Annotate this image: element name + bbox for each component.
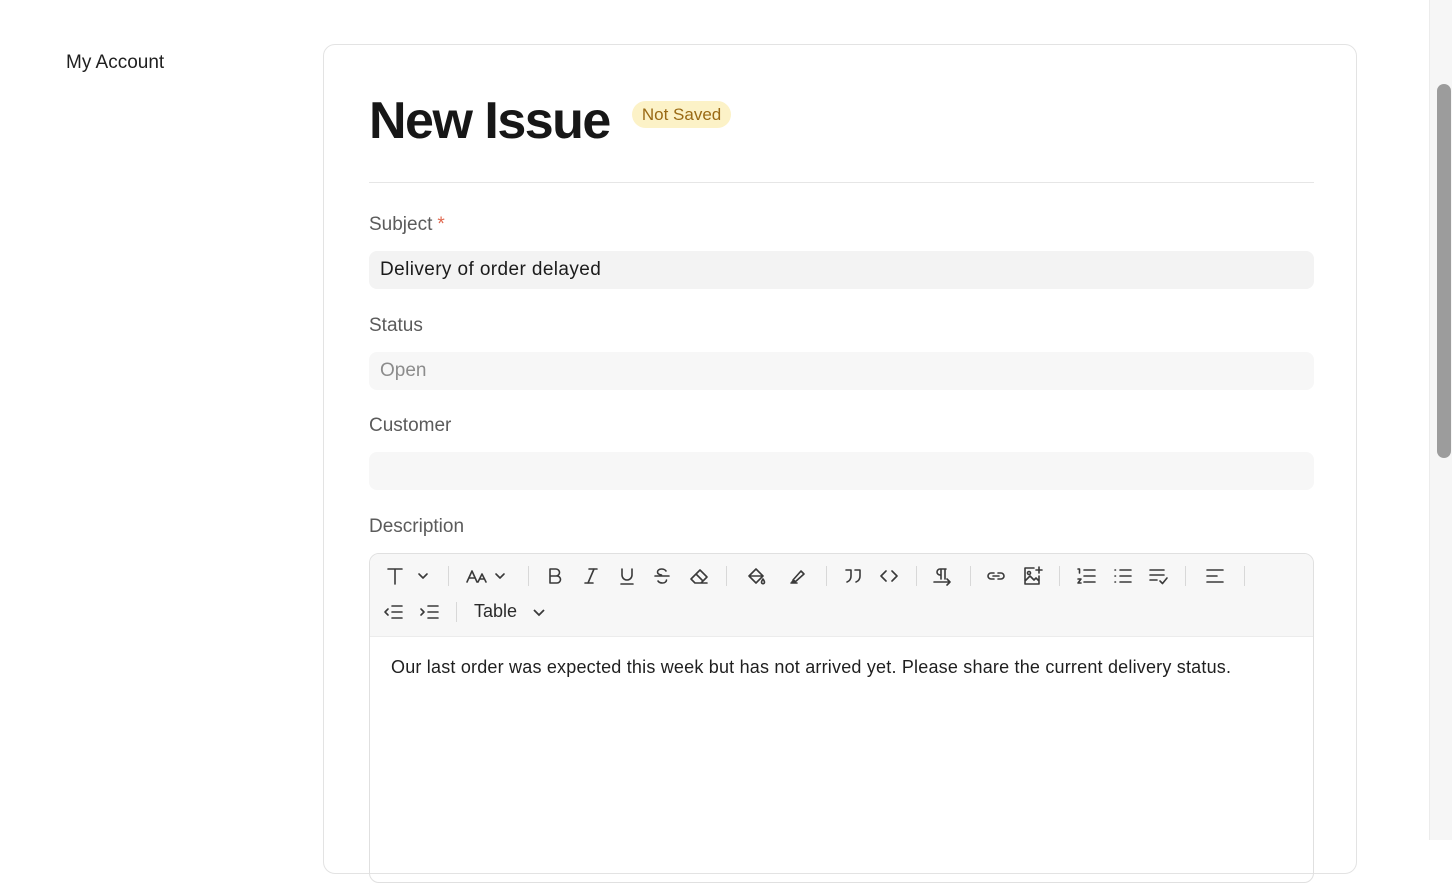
- code-icon[interactable]: [877, 564, 901, 588]
- required-mark: *: [437, 214, 445, 235]
- toolbar-divider: [1185, 566, 1186, 586]
- font-size-icon[interactable]: [464, 564, 510, 588]
- bullet-list-icon[interactable]: [1110, 564, 1134, 588]
- paint-bucket-icon[interactable]: [744, 564, 768, 588]
- subject-label: Subject *: [369, 214, 445, 235]
- toolbar-divider: [456, 602, 457, 622]
- scrollbar-thumb[interactable]: [1437, 84, 1451, 458]
- chevron-down-icon: [533, 608, 545, 616]
- text-style-icon[interactable]: [384, 564, 430, 588]
- italic-icon[interactable]: [579, 564, 603, 588]
- divider: [369, 182, 1314, 183]
- align-left-icon[interactable]: [1203, 564, 1227, 588]
- description-text-area[interactable]: Our last order was expected this week bu…: [370, 637, 1313, 698]
- issue-form-card: New Issue Not Saved Subject * Delivery of…: [323, 44, 1357, 883]
- table-dropdown-label: Table: [474, 601, 518, 621]
- toolbar-divider: [726, 566, 727, 586]
- toolbar-divider: [970, 566, 971, 586]
- quote-icon[interactable]: [841, 564, 865, 588]
- indent-icon[interactable]: [417, 600, 441, 624]
- description-label: Description: [369, 516, 465, 537]
- status-label: Status: [369, 315, 423, 336]
- eraser-icon[interactable]: [687, 564, 711, 588]
- description-editor: Table Our last order was expected this w…: [369, 553, 1314, 883]
- underline-icon[interactable]: [615, 564, 639, 588]
- task-list-icon[interactable]: [1146, 564, 1170, 588]
- link-icon[interactable]: [984, 564, 1008, 588]
- toolbar-divider: [826, 566, 827, 586]
- strikethrough-icon[interactable]: [650, 564, 674, 588]
- page-title: New Issue: [369, 92, 611, 150]
- subject-input[interactable]: Delivery of order delayed: [369, 251, 1314, 289]
- outdent-icon[interactable]: [381, 600, 405, 624]
- image-add-icon[interactable]: [1020, 564, 1044, 588]
- toolbar-divider: [1059, 566, 1060, 586]
- ordered-list-icon[interactable]: [1074, 564, 1098, 588]
- toolbar-divider: [528, 566, 529, 586]
- editor-toolbar: Table: [370, 554, 1313, 637]
- status-badge: Not Saved: [631, 100, 732, 128]
- title-row: New Issue Not Saved: [369, 91, 732, 151]
- sidebar-my-account[interactable]: My Account: [66, 52, 164, 74]
- toolbar-divider: [448, 566, 449, 586]
- bold-icon[interactable]: [543, 564, 567, 588]
- paragraph-direction-icon[interactable]: [930, 564, 954, 588]
- customer-input[interactable]: [369, 452, 1314, 490]
- scrollbar-track[interactable]: [1429, 0, 1452, 840]
- highlighter-icon[interactable]: [786, 564, 810, 588]
- table-dropdown[interactable]: Table: [474, 601, 547, 622]
- toolbar-divider: [916, 566, 917, 586]
- status-select[interactable]: Open: [369, 352, 1314, 390]
- toolbar-divider: [1244, 566, 1245, 586]
- customer-label: Customer: [369, 415, 452, 436]
